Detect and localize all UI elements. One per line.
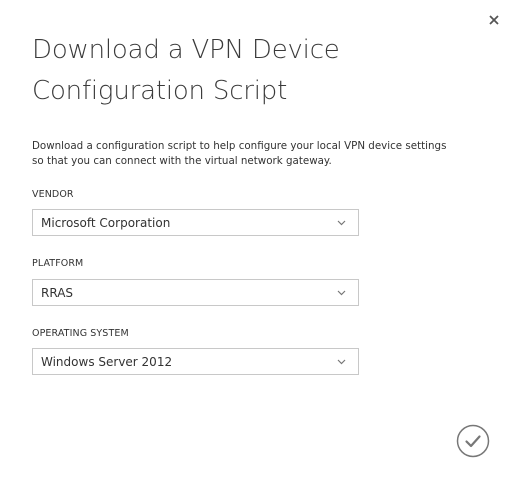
os-value: Windows Server 2012 [41,355,173,369]
vpn-config-dialog: Download a VPN Device Configuration Scri… [0,0,516,480]
chevron-down-icon [337,359,346,365]
os-select[interactable]: Windows Server 2012 [32,348,359,375]
vendor-value: Microsoft Corporation [41,216,171,230]
dialog-description: Download a configuration script to help … [32,140,447,167]
platform-select[interactable]: RRAS [32,279,359,306]
chevron-down-icon [337,290,346,296]
close-icon [489,15,499,25]
vendor-select[interactable]: Microsoft Corporation [32,209,359,236]
vendor-label: VENDOR [32,189,74,200]
platform-label: PLATFORM [32,258,84,269]
checkmark-icon [456,424,490,458]
platform-value: RRAS [41,286,74,300]
confirm-button[interactable] [456,424,490,458]
close-button[interactable] [486,12,502,28]
os-label: OPERATING SYSTEM [32,328,129,339]
chevron-down-icon [337,220,346,226]
dialog-title: Download a VPN Device Configuration Scri… [32,35,340,106]
